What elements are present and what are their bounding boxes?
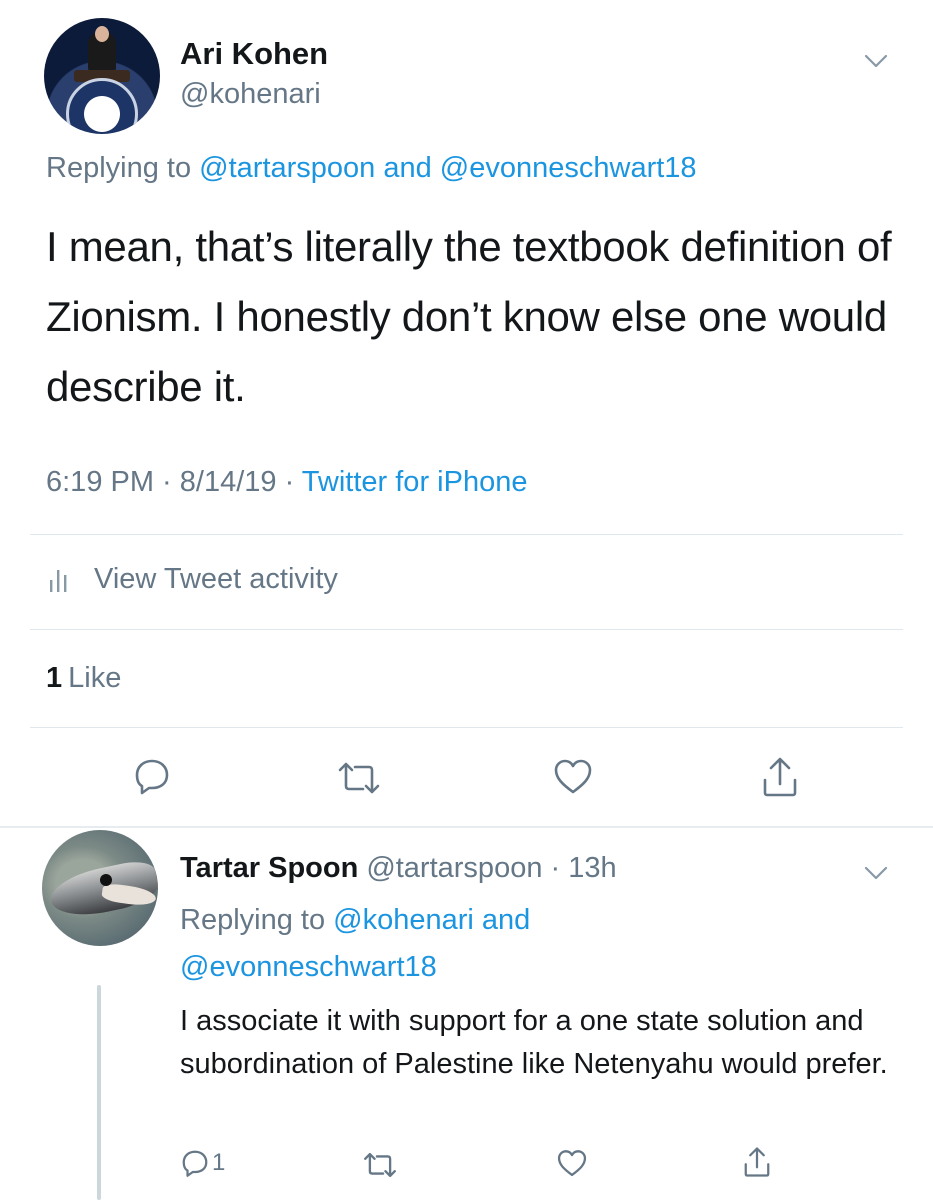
retweet-button[interactable] (336, 760, 382, 796)
retweet-icon (336, 760, 382, 796)
thread-connector-line (97, 985, 101, 1200)
author-handle[interactable]: @kohenari (180, 78, 321, 111)
reply-tweet-reply-button[interactable]: 1 (180, 1148, 225, 1178)
likes-label: Like (68, 662, 122, 694)
divider (30, 534, 903, 535)
tweet-meta: 6:19 PM · 8/14/19 · Twitter for iPhone (46, 466, 527, 499)
reply-icon (132, 756, 172, 796)
reply-tweet-like-button[interactable] (556, 1149, 588, 1178)
tweet-text: I mean, that’s literally the textbook de… (46, 223, 892, 410)
replying-prefix: Replying to (46, 152, 200, 184)
avatar-seal (66, 78, 138, 134)
tweet-date: 8/14/19 (179, 466, 277, 498)
like-button[interactable] (552, 758, 594, 796)
share-button[interactable] (760, 756, 800, 798)
share-icon (742, 1146, 772, 1178)
reply-author-name[interactable]: Tartar Spoon (180, 852, 358, 884)
heart-icon (552, 758, 594, 796)
reply-count: 1 (212, 1149, 226, 1176)
mention-link-evonneschwart18[interactable]: @evonneschwart18 (180, 951, 437, 983)
reply-replying-and[interactable]: and (474, 904, 530, 936)
section-divider (0, 826, 933, 828)
reply-tweet-text: I associate it with support for a one st… (180, 1005, 888, 1080)
view-tweet-activity-button[interactable]: View Tweet activity (46, 563, 338, 596)
heart-icon (556, 1149, 588, 1178)
reply-replying-prefix: Replying to (180, 904, 334, 936)
reply-meta-separator: · (542, 852, 569, 884)
reply-author-avatar[interactable] (42, 830, 158, 946)
meta-separator: · (154, 466, 180, 498)
divider (30, 727, 903, 728)
likes-count: 1 (46, 662, 63, 694)
reply-button[interactable] (132, 756, 172, 796)
author-avatar[interactable] (44, 18, 160, 134)
replying-to-line: Replying to @tartarspoon and @evonneschw… (46, 152, 697, 185)
reply-age: 13h (568, 852, 617, 884)
reply-tweet-retweet-button[interactable] (362, 1151, 398, 1179)
avatar-figure-head (95, 26, 109, 42)
share-icon (760, 756, 800, 798)
mention-link-evonneschwart18[interactable]: @evonneschwart18 (440, 152, 697, 184)
author-name[interactable]: Ari Kohen (180, 36, 328, 72)
chevron-down-icon[interactable] (864, 54, 888, 68)
replying-and[interactable]: and (375, 152, 440, 184)
chevron-down-icon[interactable] (864, 866, 888, 880)
reply-author-handle[interactable]: @tartarspoon (366, 852, 542, 884)
divider (30, 629, 903, 630)
likes-summary[interactable]: 1 Like (46, 662, 121, 695)
meta-separator: · (276, 466, 302, 498)
mention-link-tartarspoon[interactable]: @tartarspoon (199, 152, 375, 184)
bar-chart-icon (46, 566, 76, 594)
avatar-fish-eye (100, 874, 112, 886)
mention-link-kohenari[interactable]: @kohenari (333, 904, 474, 936)
view-tweet-activity-label: View Tweet activity (94, 563, 338, 595)
reply-icon (180, 1148, 210, 1178)
tweet-source-link[interactable]: Twitter for iPhone (302, 466, 528, 498)
tweet-time: 6:19 PM (46, 466, 154, 498)
reply-replying-to-line: Replying to @kohenari and @evonneschwart1… (180, 897, 860, 991)
retweet-icon (362, 1151, 398, 1179)
reply-author-header[interactable]: Tartar Spoon @tartarspoon · 13h (180, 852, 617, 885)
tweet-detail-screen: Ari Kohen @kohenari Replying to @tartars… (0, 0, 933, 1200)
reply-tweet-share-button[interactable] (742, 1146, 772, 1178)
